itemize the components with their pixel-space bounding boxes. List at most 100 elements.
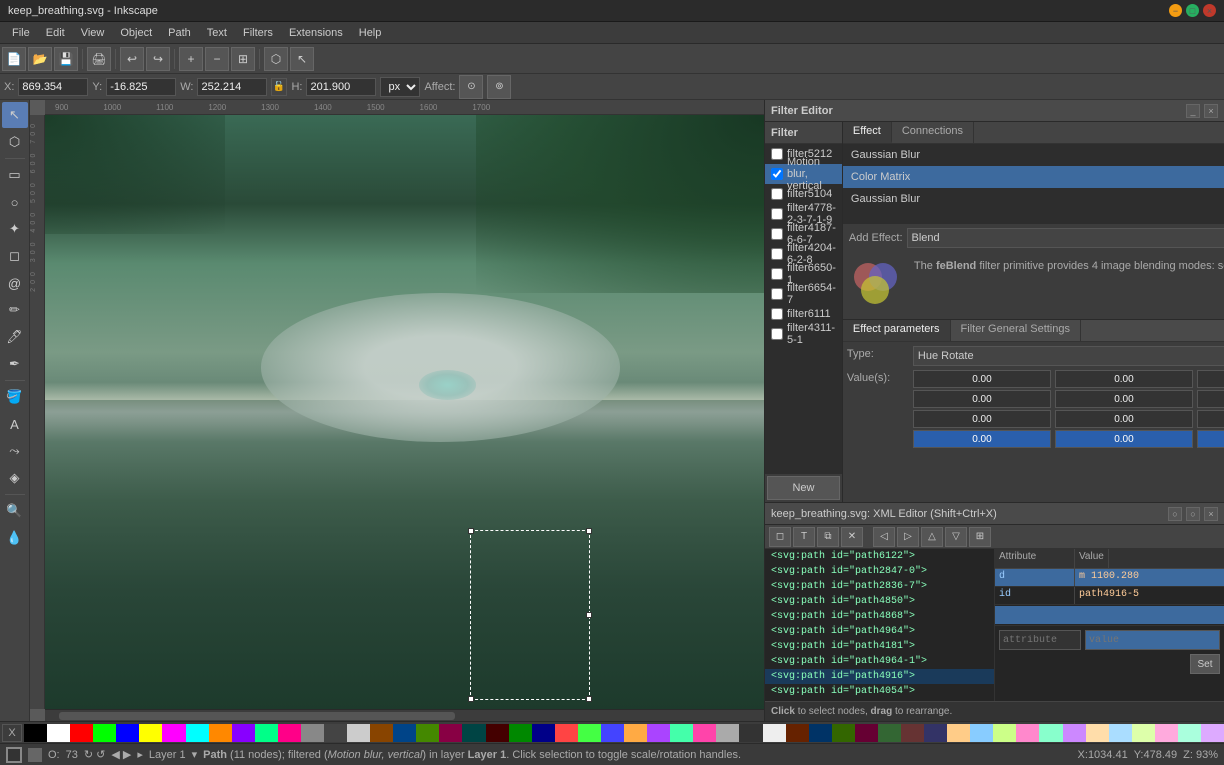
menu-path[interactable]: Path bbox=[160, 25, 199, 41]
xml-editor-minimize[interactable]: ○ bbox=[1168, 507, 1182, 521]
menu-help[interactable]: Help bbox=[351, 25, 390, 41]
3d-box-tool-button[interactable]: ◻ bbox=[2, 243, 28, 269]
palette-color-32[interactable] bbox=[763, 724, 786, 742]
matrix-row-1[interactable] bbox=[913, 390, 1224, 408]
palette-color-51[interactable] bbox=[1201, 724, 1224, 742]
xml-nav-down[interactable]: ▽ bbox=[945, 527, 967, 547]
palette-color-39[interactable] bbox=[924, 724, 947, 742]
palette-color-4[interactable] bbox=[116, 724, 139, 742]
type-select[interactable]: Hue Rotate Matrix Saturate Luminance to … bbox=[913, 346, 1224, 366]
palette-color-23[interactable] bbox=[555, 724, 578, 742]
palette-color-15[interactable] bbox=[370, 724, 393, 742]
new-filter-button[interactable]: New bbox=[767, 476, 840, 500]
effect-item-0[interactable]: Gaussian Blur—› bbox=[843, 144, 1224, 166]
xml-node-0[interactable]: <svg:path id="path6122"> bbox=[765, 549, 994, 564]
palette-color-1[interactable] bbox=[47, 724, 70, 742]
xml-node-4[interactable]: <svg:path id="path4868"> bbox=[765, 609, 994, 624]
canvas-content[interactable] bbox=[45, 115, 764, 709]
xml-attr-name-input[interactable] bbox=[999, 630, 1081, 650]
filter-editor-minimize[interactable]: _ bbox=[1186, 104, 1200, 118]
filter-item-5[interactable]: filter4204-6-2-8 bbox=[765, 244, 842, 264]
palette-color-27[interactable] bbox=[647, 724, 670, 742]
ellipse-tool-button[interactable]: ○ bbox=[2, 189, 28, 215]
matrix-cell-0-1[interactable] bbox=[1055, 370, 1193, 388]
palette-color-47[interactable] bbox=[1109, 724, 1132, 742]
xml-node-7[interactable]: <svg:path id="path4964-1"> bbox=[765, 654, 994, 669]
xml-tree[interactable]: <svg:path id="path6122"><svg:path id="pa… bbox=[765, 549, 995, 701]
minimize-button[interactable]: − bbox=[1169, 4, 1182, 17]
h-scrollbar[interactable] bbox=[45, 709, 764, 721]
filter-item-9[interactable]: filter4311-5-1 bbox=[765, 324, 842, 344]
effect-item-1[interactable]: Color Matrix+ bbox=[843, 166, 1224, 188]
matrix-cell-3-2[interactable] bbox=[1197, 430, 1224, 448]
filter-checkbox-4[interactable] bbox=[771, 228, 783, 240]
palette-color-49[interactable] bbox=[1155, 724, 1178, 742]
palette-color-10[interactable] bbox=[255, 724, 278, 742]
xml-editor-collapse[interactable]: ○ bbox=[1186, 507, 1200, 521]
palette-color-5[interactable] bbox=[139, 724, 162, 742]
menu-view[interactable]: View bbox=[73, 25, 113, 41]
zoom-fit-button[interactable]: ⊞ bbox=[231, 47, 255, 71]
xml-nav-next[interactable]: ▷ bbox=[897, 527, 919, 547]
palette-color-7[interactable] bbox=[186, 724, 209, 742]
palette-color-44[interactable] bbox=[1039, 724, 1062, 742]
h-scrollbar-thumb[interactable] bbox=[59, 712, 454, 720]
xml-indent[interactable]: ⊞ bbox=[969, 527, 991, 547]
menu-file[interactable]: File bbox=[4, 25, 38, 41]
xml-set-button[interactable]: Set bbox=[1190, 654, 1220, 674]
undo-button[interactable]: ↩ bbox=[120, 47, 144, 71]
effect-item-2[interactable]: Gaussian Blur‹— bbox=[843, 188, 1224, 210]
gradient-tool-button[interactable]: ◈ bbox=[2, 465, 28, 491]
palette-color-50[interactable] bbox=[1178, 724, 1201, 742]
palette-color-28[interactable] bbox=[670, 724, 693, 742]
no-color-button[interactable]: X bbox=[2, 724, 22, 742]
palette-color-30[interactable] bbox=[716, 724, 739, 742]
palette-color-36[interactable] bbox=[855, 724, 878, 742]
xml-nav-prev[interactable]: ◁ bbox=[873, 527, 895, 547]
zoom-out-button[interactable]: − bbox=[205, 47, 229, 71]
palette-color-38[interactable] bbox=[901, 724, 924, 742]
matrix-cell-3-1[interactable] bbox=[1055, 430, 1193, 448]
fill-tool-button[interactable]: 🪣 bbox=[2, 384, 28, 410]
palette-color-19[interactable] bbox=[462, 724, 485, 742]
matrix-cell-1-2[interactable] bbox=[1197, 390, 1224, 408]
w-input[interactable] bbox=[197, 78, 267, 96]
text-tool-button[interactable]: A bbox=[2, 411, 28, 437]
palette-color-45[interactable] bbox=[1063, 724, 1086, 742]
select-tool-button[interactable]: ↖ bbox=[2, 102, 28, 128]
filter-item-6[interactable]: filter6650-1 bbox=[765, 264, 842, 284]
select-tool[interactable]: ↖ bbox=[290, 47, 314, 71]
add-effect-select[interactable]: Blend Blur Color Matrix bbox=[907, 228, 1224, 248]
xml-attr-value-input[interactable] bbox=[1085, 630, 1220, 650]
filter-item-1[interactable]: Motion blur, vertical bbox=[765, 164, 842, 184]
xml-attr-row-1[interactable]: idpath4916-5 bbox=[995, 587, 1224, 605]
palette-color-13[interactable] bbox=[324, 724, 347, 742]
matrix-row-0[interactable] bbox=[913, 370, 1224, 388]
filter-checkbox-1[interactable] bbox=[771, 168, 783, 180]
palette-color-18[interactable] bbox=[439, 724, 462, 742]
palette-color-20[interactable] bbox=[486, 724, 509, 742]
filter-checkbox-5[interactable] bbox=[771, 248, 783, 260]
menu-edit[interactable]: Edit bbox=[38, 25, 73, 41]
filter-item-3[interactable]: filter4778-2-3-7-1-9 bbox=[765, 204, 842, 224]
xml-editor-close[interactable]: × bbox=[1204, 507, 1218, 521]
palette-color-46[interactable] bbox=[1086, 724, 1109, 742]
affect-toggle2[interactable]: ⊚ bbox=[487, 75, 511, 99]
filter-checkbox-9[interactable] bbox=[771, 328, 783, 340]
filter-checkbox-8[interactable] bbox=[771, 308, 783, 320]
node-tool-button[interactable]: ⬡ bbox=[2, 129, 28, 155]
zoom-in-button[interactable]: + bbox=[179, 47, 203, 71]
matrix-cell-2-2[interactable] bbox=[1197, 410, 1224, 428]
xml-node-1[interactable]: <svg:path id="path2847-0"> bbox=[765, 564, 994, 579]
xml-node-8[interactable]: <svg:path id="path4916"> bbox=[765, 669, 994, 684]
palette-color-25[interactable] bbox=[601, 724, 624, 742]
xml-node-2[interactable]: <svg:path id="path2836-7"> bbox=[765, 579, 994, 594]
dropper-tool-button[interactable]: 💧 bbox=[2, 525, 28, 551]
matrix-cell-1-0[interactable] bbox=[913, 390, 1051, 408]
palette-color-21[interactable] bbox=[509, 724, 532, 742]
star-tool-button[interactable]: ✦ bbox=[2, 216, 28, 242]
palette-color-6[interactable] bbox=[162, 724, 185, 742]
xml-node-6[interactable]: <svg:path id="path4181"> bbox=[765, 639, 994, 654]
unit-select[interactable]: px mm in bbox=[380, 77, 420, 97]
xml-new-element[interactable]: ◻ bbox=[769, 527, 791, 547]
